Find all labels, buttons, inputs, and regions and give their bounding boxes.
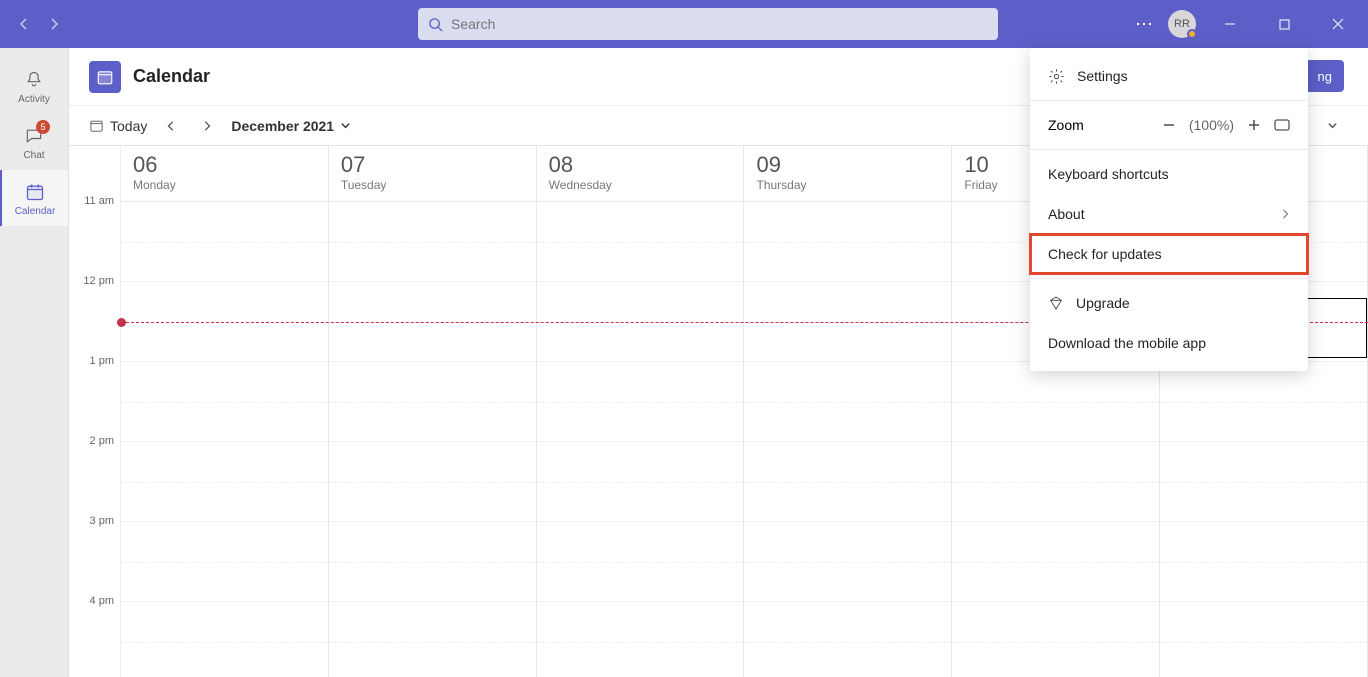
- search-box[interactable]: [418, 8, 998, 40]
- zoom-out-button[interactable]: [1161, 117, 1177, 133]
- title-right: ⋯ RR: [1135, 4, 1368, 44]
- day-col[interactable]: 09 Thursday: [744, 146, 952, 677]
- month-picker[interactable]: December 2021: [231, 118, 351, 134]
- rail-label: Chat: [23, 150, 44, 161]
- menu-keyboard-shortcuts[interactable]: Keyboard shortcuts: [1030, 154, 1308, 194]
- app-rail: Activity 5 Chat Calendar: [0, 48, 68, 677]
- day-name: Thursday: [756, 178, 939, 192]
- chat-badge: 5: [36, 120, 50, 134]
- avatar[interactable]: RR: [1168, 10, 1196, 38]
- view-dropdown[interactable]: [1324, 120, 1340, 131]
- prev-week-button[interactable]: [163, 121, 179, 131]
- day-num: 07: [341, 152, 524, 178]
- rail-label: Activity: [18, 94, 50, 105]
- minimize-button[interactable]: [1210, 4, 1250, 44]
- zoom-label: Zoom: [1048, 117, 1151, 133]
- day-header: 06 Monday: [121, 146, 328, 202]
- time-label: 1 pm: [90, 355, 114, 367]
- zoom-pct: (100%): [1189, 117, 1234, 133]
- history-nav: [0, 12, 78, 36]
- title-bar: ⋯ RR: [0, 0, 1368, 48]
- menu-zoom: Zoom (100%): [1030, 105, 1308, 145]
- menu-settings[interactable]: Settings: [1030, 56, 1308, 96]
- search-wrap: [418, 8, 998, 40]
- day-header: 08 Wednesday: [537, 146, 744, 202]
- search-input[interactable]: [451, 16, 988, 32]
- diamond-icon: [1048, 295, 1064, 311]
- menu-download-mobile[interactable]: Download the mobile app: [1030, 323, 1308, 363]
- chevron-down-icon: [340, 120, 351, 131]
- gear-icon: [1048, 68, 1065, 85]
- menu-label: Keyboard shortcuts: [1048, 166, 1169, 182]
- menu-separator: [1030, 149, 1308, 150]
- rail-activity[interactable]: Activity: [0, 58, 68, 114]
- new-meeting-label: ng: [1318, 69, 1332, 84]
- presence-badge: [1187, 29, 1197, 39]
- today-label: Today: [110, 118, 147, 134]
- day-col[interactable]: 07 Tuesday: [329, 146, 537, 677]
- search-icon: [428, 17, 443, 32]
- calendar-header-icon: [89, 61, 121, 93]
- month-label: December 2021: [231, 118, 334, 134]
- day-header: 09 Thursday: [744, 146, 951, 202]
- rail-calendar[interactable]: Calendar: [0, 170, 68, 226]
- zoom-in-button[interactable]: [1246, 117, 1262, 133]
- day-num: 09: [756, 152, 939, 178]
- today-button[interactable]: Today: [89, 118, 147, 134]
- day-name: Monday: [133, 178, 316, 192]
- menu-about[interactable]: About: [1030, 194, 1308, 234]
- menu-separator: [1030, 100, 1308, 101]
- menu-label: Upgrade: [1076, 295, 1130, 311]
- bell-icon: [22, 68, 46, 92]
- next-week-button[interactable]: [199, 121, 215, 131]
- time-label: 3 pm: [90, 515, 114, 527]
- new-meeting-button[interactable]: ng: [1306, 60, 1344, 92]
- menu-label: Settings: [1077, 68, 1128, 84]
- today-icon: [89, 118, 104, 133]
- page-title: Calendar: [133, 66, 210, 87]
- calendar-icon: [23, 180, 47, 204]
- fullscreen-icon[interactable]: [1274, 117, 1290, 133]
- menu-check-updates[interactable]: Check for updates: [1030, 234, 1308, 274]
- menu-separator: [1030, 278, 1308, 279]
- day-col[interactable]: 06 Monday: [121, 146, 329, 677]
- more-button[interactable]: ⋯: [1135, 14, 1154, 35]
- time-label: 12 pm: [83, 275, 114, 287]
- day-name: Tuesday: [341, 178, 524, 192]
- time-label: 4 pm: [90, 595, 114, 607]
- time-label: 2 pm: [90, 435, 114, 447]
- chevron-right-icon: [1280, 209, 1290, 219]
- maximize-button[interactable]: [1264, 4, 1304, 44]
- settings-menu: Settings Zoom (100%) Keyboard shortcuts …: [1030, 48, 1308, 371]
- close-button[interactable]: [1318, 4, 1358, 44]
- avatar-initials: RR: [1174, 18, 1190, 30]
- menu-label: Download the mobile app: [1048, 335, 1206, 351]
- back-button[interactable]: [12, 12, 36, 36]
- menu-label: About: [1048, 206, 1085, 222]
- day-num: 06: [133, 152, 316, 178]
- day-num: 08: [549, 152, 732, 178]
- time-label: 11 am: [84, 195, 114, 207]
- rail-label: Calendar: [15, 206, 56, 217]
- time-column: 11 am 12 pm 1 pm 2 pm 3 pm 4 pm: [69, 146, 121, 677]
- day-name: Wednesday: [549, 178, 732, 192]
- day-header: 07 Tuesday: [329, 146, 536, 202]
- date-nav: [163, 121, 215, 131]
- menu-label: Check for updates: [1048, 246, 1162, 262]
- now-dot: [117, 318, 126, 327]
- forward-button[interactable]: [42, 12, 66, 36]
- menu-upgrade[interactable]: Upgrade: [1030, 283, 1308, 323]
- day-col[interactable]: 08 Wednesday: [537, 146, 745, 677]
- rail-chat[interactable]: 5 Chat: [0, 114, 68, 170]
